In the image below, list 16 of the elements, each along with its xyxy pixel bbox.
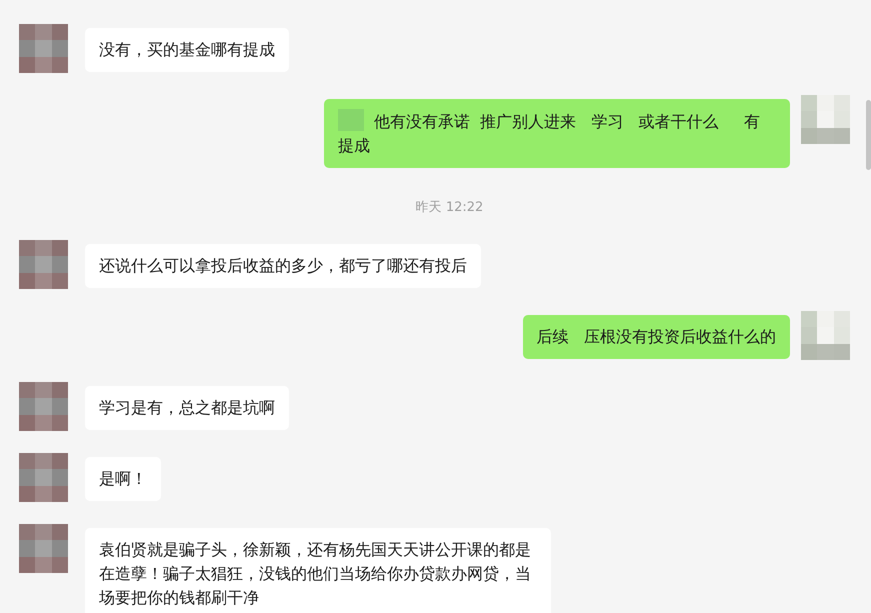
avatar[interactable] — [801, 95, 850, 144]
scrollbar[interactable] — [866, 100, 871, 170]
message-bubble: 还说什么可以拿投后收益的多少，都亏了哪还有投后 — [85, 244, 481, 288]
message-bubble: 学习是有，总之都是坑啊 — [85, 386, 289, 430]
message-bubble: 没有，买的基金哪有提成 — [85, 28, 289, 72]
message-bubble: 他有没有承诺 推广别人进来 学习 或者干什么 有提成 — [324, 99, 790, 168]
avatar[interactable] — [19, 24, 68, 73]
avatar[interactable] — [19, 240, 68, 289]
message-bubble: 后续 压根没有投资后收益什么的 — [522, 315, 790, 359]
avatar[interactable] — [19, 453, 68, 502]
message-bubble: 袁伯贤就是骗子头，徐新颖，还有杨先国天天讲公开课的都是在造孽！骗子太猖狂，没钱的他们当场给你办贷款办网贷，当场要把你的钱都刷干净 — [85, 528, 551, 613]
avatar[interactable] — [19, 382, 68, 431]
timestamp: 昨天 12:22 — [416, 199, 484, 216]
avatar[interactable] — [801, 311, 850, 360]
message-bubble: 是啊！ — [85, 457, 161, 501]
avatar[interactable] — [19, 524, 68, 573]
